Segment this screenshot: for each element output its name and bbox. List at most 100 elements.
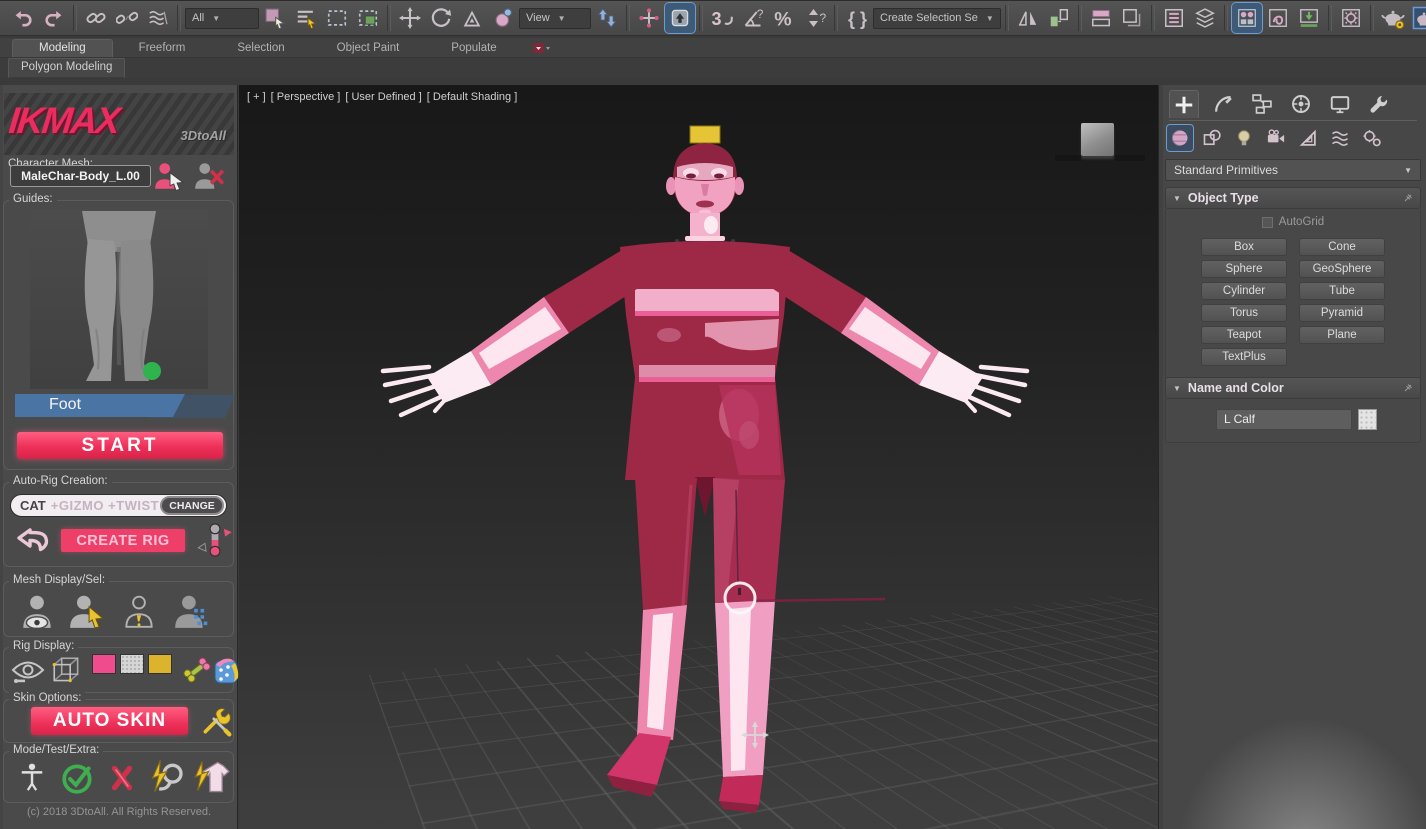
material-editor-icon[interactable] (1232, 3, 1262, 33)
render-settings-icon[interactable] (1336, 3, 1366, 33)
mesh-vertices-icon[interactable] (172, 592, 210, 630)
ribbon-tab[interactable]: Object Paint (311, 40, 426, 57)
viewport-user-menu[interactable]: [ User Defined ] (345, 91, 421, 103)
object-type-button[interactable]: Sphere (1201, 260, 1287, 278)
category-lights-icon[interactable] (1231, 125, 1257, 151)
unlink-selection-icon[interactable] (112, 3, 142, 33)
manage-layers-icon[interactable] (1086, 3, 1116, 33)
viewport-general-menu[interactable]: [ + ] (247, 91, 266, 103)
perspective-viewport[interactable]: [ + ] [ Perspective ] [ User Defined ] [… (239, 85, 1158, 829)
mesh-see-through-icon[interactable] (18, 592, 56, 630)
undo-icon[interactable] (8, 3, 38, 33)
rig-preset-pill[interactable]: CAT +GIZMO +TWIST CHANGE (10, 494, 227, 517)
mirror-icon[interactable] (1013, 3, 1043, 33)
select-and-scale-icon[interactable] (457, 3, 487, 33)
category-systems-icon[interactable] (1359, 125, 1385, 151)
test-ok-check-icon[interactable] (60, 760, 96, 796)
object-type-button[interactable]: GeoSphere (1299, 260, 1385, 278)
tab-motion[interactable] (1286, 90, 1316, 118)
viewport-pov-menu[interactable]: [ Perspective ] (271, 91, 341, 103)
quick-test-lasso-icon[interactable] (148, 758, 186, 796)
tab-polygon-modeling[interactable]: Polygon Modeling (8, 58, 125, 78)
tpose-mode-icon[interactable] (18, 760, 46, 796)
selection-filter-dropdown[interactable]: All▼ (185, 8, 259, 29)
object-name-field[interactable]: L Calf (1216, 409, 1352, 430)
viewport-shading-menu[interactable]: [ Default Shading ] (427, 91, 518, 103)
object-type-button[interactable]: Torus (1201, 304, 1287, 322)
layer-explorer-icon[interactable] (1117, 3, 1147, 33)
percent-snap-toggle-icon[interactable]: % (769, 3, 799, 33)
rig-random-colors-die-icon[interactable] (212, 654, 242, 686)
named-selection-set-dropdown[interactable]: Create Selection Se▼ (873, 8, 1001, 29)
rig-color-pink-swatch[interactable] (92, 654, 116, 674)
object-type-button[interactable]: Teapot (1201, 326, 1287, 344)
category-geometry-icon[interactable] (1167, 125, 1193, 151)
guide-dot-green[interactable] (143, 362, 161, 380)
bind-to-space-warp-icon[interactable] (143, 3, 173, 33)
primitive-category-dropdown[interactable]: Standard Primitives ▼ (1165, 159, 1421, 181)
rig-wireframe-box-icon[interactable] (50, 654, 84, 688)
rendered-frame-window-icon[interactable] (1294, 3, 1324, 33)
create-rig-button[interactable]: CREATE RIG (61, 529, 185, 552)
ribbon-minimize-icon[interactable] (533, 41, 559, 55)
tab-utilities[interactable] (1364, 90, 1394, 118)
undo-rig-icon[interactable] (14, 525, 54, 559)
object-type-button[interactable]: Cone (1299, 238, 1385, 256)
rig-visibility-eye-icon[interactable] (10, 658, 46, 685)
quick-skin-shirt-icon[interactable] (192, 758, 230, 796)
rollout-pin-icon[interactable] (1403, 193, 1413, 203)
object-type-button[interactable]: Pyramid (1299, 304, 1385, 322)
object-type-button[interactable]: Cylinder (1201, 282, 1287, 300)
use-pivot-point-center-icon[interactable] (592, 3, 622, 33)
render-flyout-icon[interactable] (1378, 3, 1408, 33)
ribbon-tab[interactable]: Populate (425, 40, 522, 57)
start-button[interactable]: START (17, 432, 223, 459)
mesh-select-icon[interactable] (68, 592, 106, 630)
ribbon-tab[interactable]: Freeform (113, 40, 212, 57)
window-crossing-toggle-icon[interactable] (353, 3, 383, 33)
change-button[interactable]: CHANGE (160, 496, 224, 515)
category-helpers-icon[interactable] (1295, 125, 1321, 151)
name-color-rollout-header[interactable]: ▼ Name and Color (1165, 377, 1421, 399)
character-mesh-field[interactable]: MaleChar-Body_L.00 (10, 165, 151, 187)
graph-editors-icon[interactable] (1190, 3, 1220, 33)
snaps-toggle-icon[interactable]: 3 (707, 3, 737, 33)
select-and-place-icon[interactable] (488, 3, 518, 33)
align-icon[interactable] (1044, 3, 1074, 33)
select-and-link-icon[interactable] (81, 3, 111, 33)
spinner-snap-toggle-icon[interactable]: ? (800, 3, 830, 33)
select-and-manipulate-icon[interactable] (634, 3, 664, 33)
rig-color-gray-swatch[interactable] (120, 654, 144, 674)
select-object-icon[interactable] (260, 3, 290, 33)
object-type-button[interactable]: Plane (1299, 326, 1385, 344)
skin-settings-tools-icon[interactable] (200, 705, 232, 737)
rig-color-yellow-swatch[interactable] (148, 654, 172, 674)
mesh-unselect-icon[interactable] (120, 592, 158, 630)
reference-coordinate-system-dropdown[interactable]: View▼ (519, 8, 591, 29)
tab-hierarchy[interactable] (1247, 90, 1277, 118)
tab-modify[interactable] (1208, 90, 1238, 118)
edit-named-selection-sets-icon[interactable]: { } (842, 3, 872, 33)
scene-explorer-icon[interactable] (1159, 3, 1189, 33)
rig-bone-icon[interactable] (180, 652, 214, 688)
render-preview-icon[interactable] (1409, 3, 1426, 33)
category-shapes-icon[interactable] (1199, 125, 1225, 151)
category-space-warps-icon[interactable] (1327, 125, 1353, 151)
ribbon-tab[interactable]: Selection (211, 40, 310, 57)
select-and-move-icon[interactable] (395, 3, 425, 33)
guide-thumbnail[interactable] (30, 209, 208, 389)
tab-create[interactable] (1169, 90, 1199, 118)
object-type-rollout-header[interactable]: ▼ Object Type (1165, 187, 1421, 209)
remove-character-icon[interactable] (193, 161, 225, 191)
tab-display[interactable] (1325, 90, 1355, 118)
select-by-name-icon[interactable] (291, 3, 321, 33)
angle-snap-toggle-icon[interactable]: ? (738, 3, 768, 33)
render-setup-icon[interactable] (1263, 3, 1293, 33)
object-type-button[interactable]: TextPlus (1201, 348, 1287, 366)
rollout-pin-icon[interactable] (1403, 383, 1413, 393)
autogrid-checkbox[interactable] (1262, 217, 1273, 228)
rectangular-selection-region-icon[interactable] (322, 3, 352, 33)
object-type-button[interactable]: Box (1201, 238, 1287, 256)
object-color-swatch[interactable] (1358, 409, 1377, 430)
select-and-rotate-icon[interactable] (426, 3, 456, 33)
